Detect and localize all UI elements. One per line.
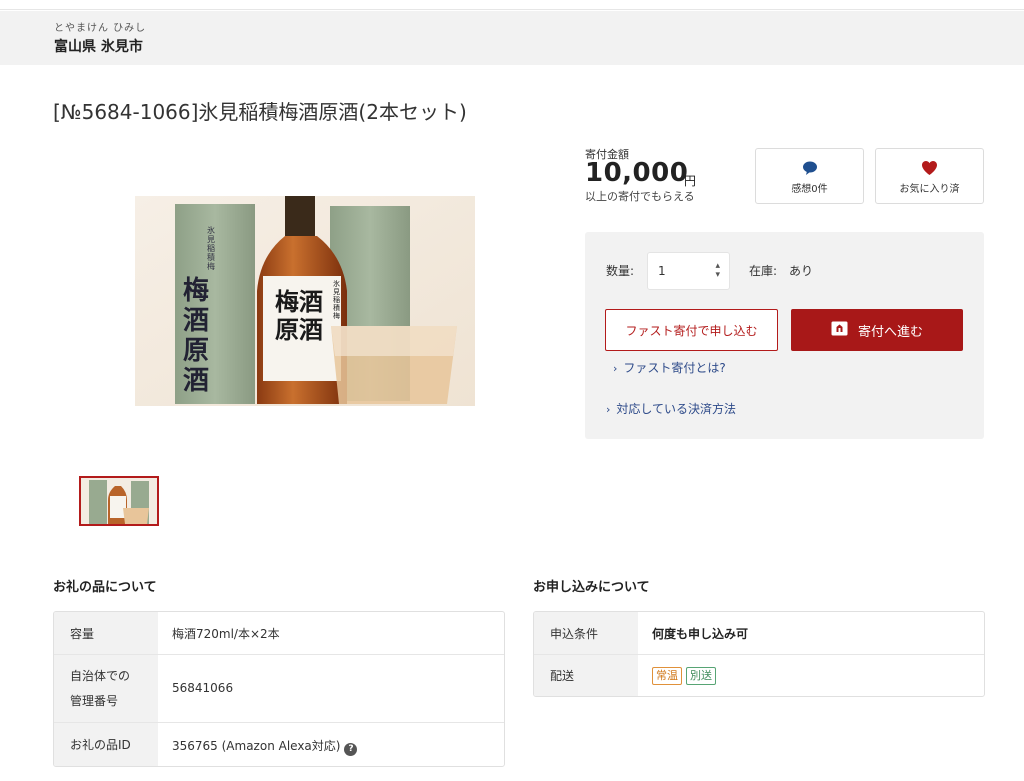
review-button[interactable]: 感想0件 [755,148,864,204]
quantity-select[interactable]: 1 ▴ ▾ [647,252,730,290]
row-key-line1: 自治体での [70,669,131,683]
payment-methods-link[interactable]: › 対応している決済方法 [606,400,736,417]
product-main-image[interactable]: 梅酒原酒 梅酒原酒 氷見稲積梅 氷見稲積梅 [135,196,475,406]
row-value: 56841066 [172,681,234,695]
row-key-cell: お礼の品ID [54,723,158,766]
gift-info-table: 容量 梅酒720ml/本×2本 自治体での 管理番号 56841066 お礼の品… [53,611,505,767]
section-title-about: お礼の品について [53,580,157,595]
proceed-donation-label: 寄付へ進む [857,324,923,340]
row-key: 申込条件 [550,627,599,641]
row-key-line2: 管理番号 [70,694,119,708]
row-key: 配送 [550,669,575,683]
row-key-cell: 自治体での 管理番号 [54,655,158,722]
review-label: 感想0件 [791,184,828,195]
fast-donation-info-link[interactable]: › ファスト寄付とは? [613,359,726,376]
row-key-cell: 容量 [54,612,158,654]
box-small-text: 氷見稲積梅 [207,226,215,271]
quantity-value: 1 [658,264,666,278]
updown-arrows-icon: ▴ ▾ [715,261,720,280]
quantity-label: 数量: [606,264,635,278]
product-thumbnail[interactable] [79,476,159,526]
region-ruby: とやまけん ひみし [54,23,147,34]
table-row: 自治体での 管理番号 56841066 [54,655,504,723]
row-value-wrap: 356765 (Amazon Alexa対応)? [172,737,358,756]
row-value: 356765 (Amazon Alexa対応) [172,739,341,753]
tag-room-temp: 常温 [652,667,682,685]
donation-note: 以上の寄付でもらえる [585,190,695,203]
apply-info-table: 申込条件 何度も申し込み可 配送 常温 別送 [533,611,985,697]
row-key: 容量 [70,627,95,641]
heart-icon [876,160,983,176]
chevron-right-icon: › [606,403,611,416]
bottle-small-text: 氷見稲積梅 [333,280,340,320]
table-row: お礼の品ID 356765 (Amazon Alexa対応)? [54,723,504,766]
fast-donation-button[interactable]: ファスト寄付で申し込む [605,309,778,351]
thumbnail-photo [81,478,157,524]
row-key: お礼の品ID [70,738,131,752]
page-title: [№5684-1066]氷見稲積梅酒原酒(2本セット) [53,100,467,124]
payment-methods-label: 対応している決済方法 [616,402,737,416]
delivery-tags: 常温 別送 [652,667,720,685]
donation-unit: 円 [684,174,697,188]
donation-amount: 10,000 [585,158,689,188]
section-title-apply: お申し込みについて [533,580,650,595]
speech-bubble-icon [756,160,863,176]
bottle-label-text: 梅酒原酒 [275,287,323,344]
favorite-button[interactable]: お気に入り済 [875,148,984,204]
table-row: 容量 梅酒720ml/本×2本 [54,612,504,655]
favorite-label: お気に入り済 [899,184,960,195]
row-value: 梅酒720ml/本×2本 [172,627,280,641]
donation-box-icon [831,321,848,340]
region-header [0,11,1024,65]
fast-donation-button-label: ファスト寄付で申し込む [625,323,758,338]
stock-value: あり [789,264,814,278]
row-key-cell: 申込条件 [534,612,638,654]
row-value: 何度も申し込み可 [652,627,749,641]
region-name[interactable]: 富山県 氷見市 [54,36,143,56]
fast-donation-info-label: ファスト寄付とは? [623,361,726,375]
table-row: 配送 常温 別送 [534,655,984,696]
stock-label: 在庫: [749,264,778,278]
row-key-cell: 配送 [534,655,638,696]
chevron-right-icon: › [613,362,618,375]
box-text-left: 梅酒原酒 [183,276,212,396]
proceed-donation-button[interactable]: 寄付へ進む [791,309,963,351]
tag-separate-shipping: 別送 [686,667,716,685]
table-row: 申込条件 何度も申し込み可 [534,612,984,655]
top-border [0,0,1024,10]
question-circle-icon[interactable]: ? [344,743,358,756]
